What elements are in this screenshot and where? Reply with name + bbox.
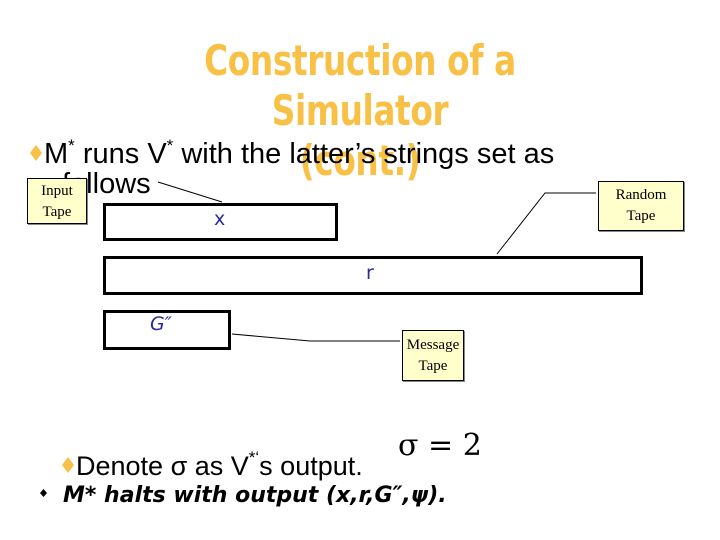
small-diamond-bullet-icon — [40, 489, 47, 497]
input-tape-value: x — [214, 208, 226, 230]
message-tape-callout: Message Tape — [402, 330, 464, 381]
callout-text: Tape — [626, 208, 656, 224]
random-tape-callout: Random Tape — [598, 181, 684, 231]
sigma-formula: σ = 2 — [398, 428, 482, 463]
input-tape-callout: Input Tape — [27, 178, 87, 224]
sub-bullet: M* halts with output (x,r,G″,ψ). — [40, 483, 447, 508]
message-connector — [231, 333, 400, 342]
random-connector — [496, 192, 596, 255]
bullet-2: Denote σ as V*‘s output. — [62, 440, 363, 484]
text: Denote σ as V — [76, 451, 249, 481]
callout-text: Input — [41, 183, 73, 199]
text: s output. — [259, 451, 363, 481]
random-tape-value: r — [366, 262, 374, 284]
diamond-bullet-icon — [62, 457, 74, 473]
callout-text: Tape — [42, 204, 72, 220]
callout-text: Tape — [418, 358, 448, 374]
sub-bullet-text: M* halts with output (x,r,G″,ψ). — [63, 483, 447, 508]
callout-text: Message — [406, 337, 460, 353]
superscript: *‘ — [248, 448, 260, 467]
callout-text: Random — [615, 187, 667, 203]
input-connector — [157, 181, 223, 203]
message-tape-value: G″ — [150, 313, 172, 335]
